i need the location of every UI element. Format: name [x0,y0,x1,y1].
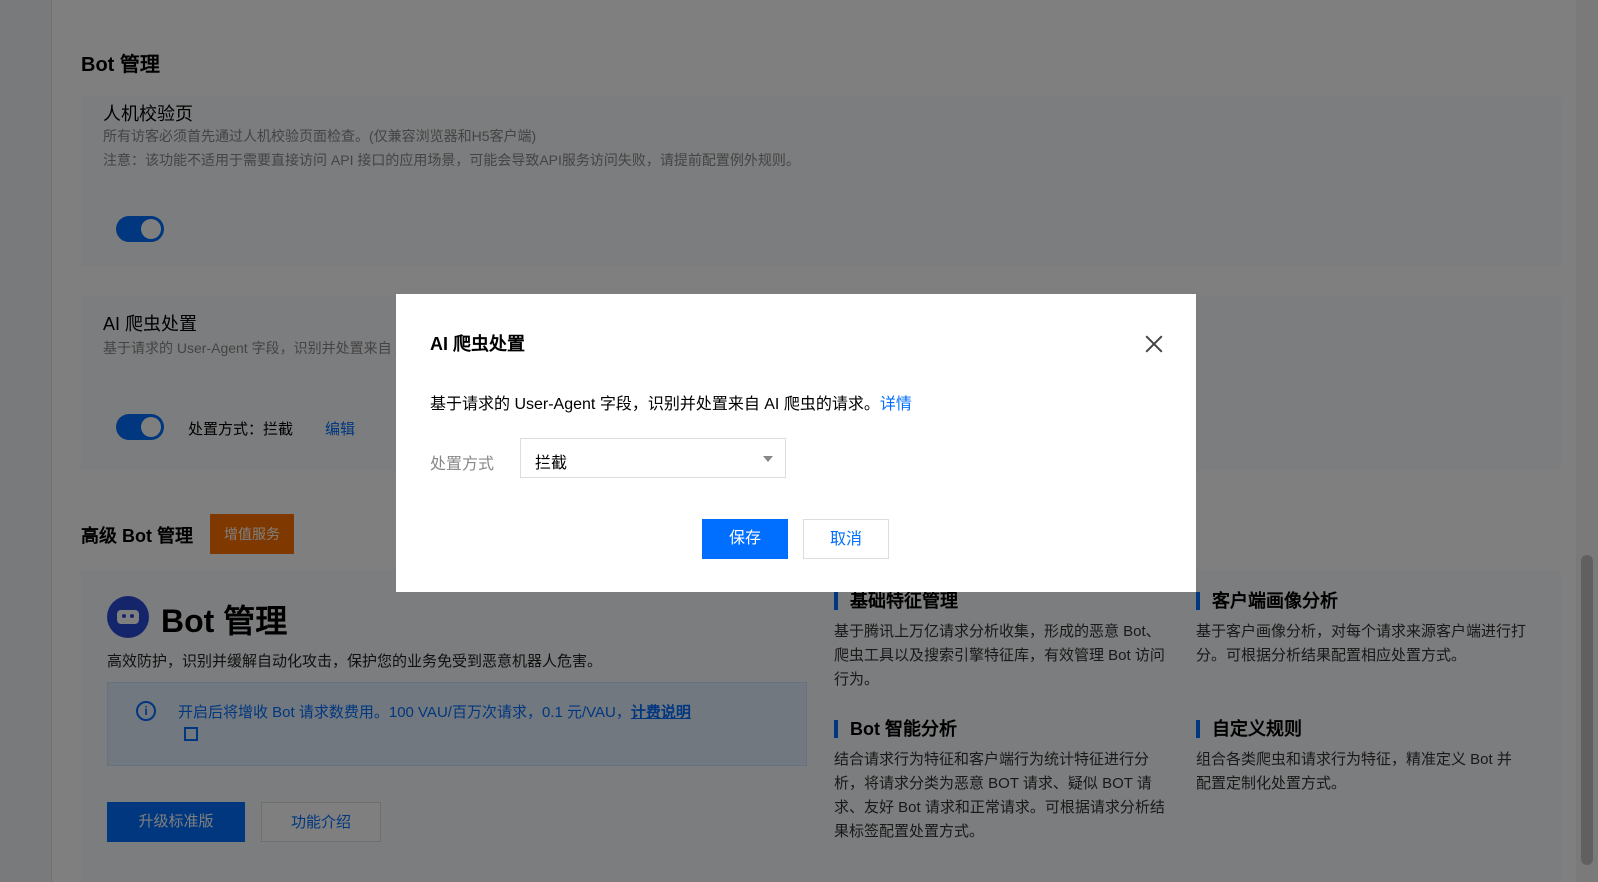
close-icon[interactable] [1142,332,1166,356]
cancel-button[interactable]: 取消 [803,519,889,559]
ai-crawler-modal: AI 爬虫处置 基于请求的 User-Agent 字段，识别并处置来自 AI 爬… [396,294,1196,592]
mode-field-label: 处置方式 [430,456,495,473]
save-button[interactable]: 保存 [702,519,788,559]
chevron-down-icon [763,456,773,462]
modal-title: AI 爬虫处置 [430,334,526,354]
modal-desc-text: 基于请求的 User-Agent 字段，识别并处置来自 AI 爬虫的请求。 [430,396,880,413]
mode-select[interactable]: 拦截 [520,438,786,478]
mode-select-value: 拦截 [535,455,568,472]
modal-desc: 基于请求的 User-Agent 字段，识别并处置来自 AI 爬虫的请求。详情 [430,390,912,414]
detail-link[interactable]: 详情 [880,396,912,413]
